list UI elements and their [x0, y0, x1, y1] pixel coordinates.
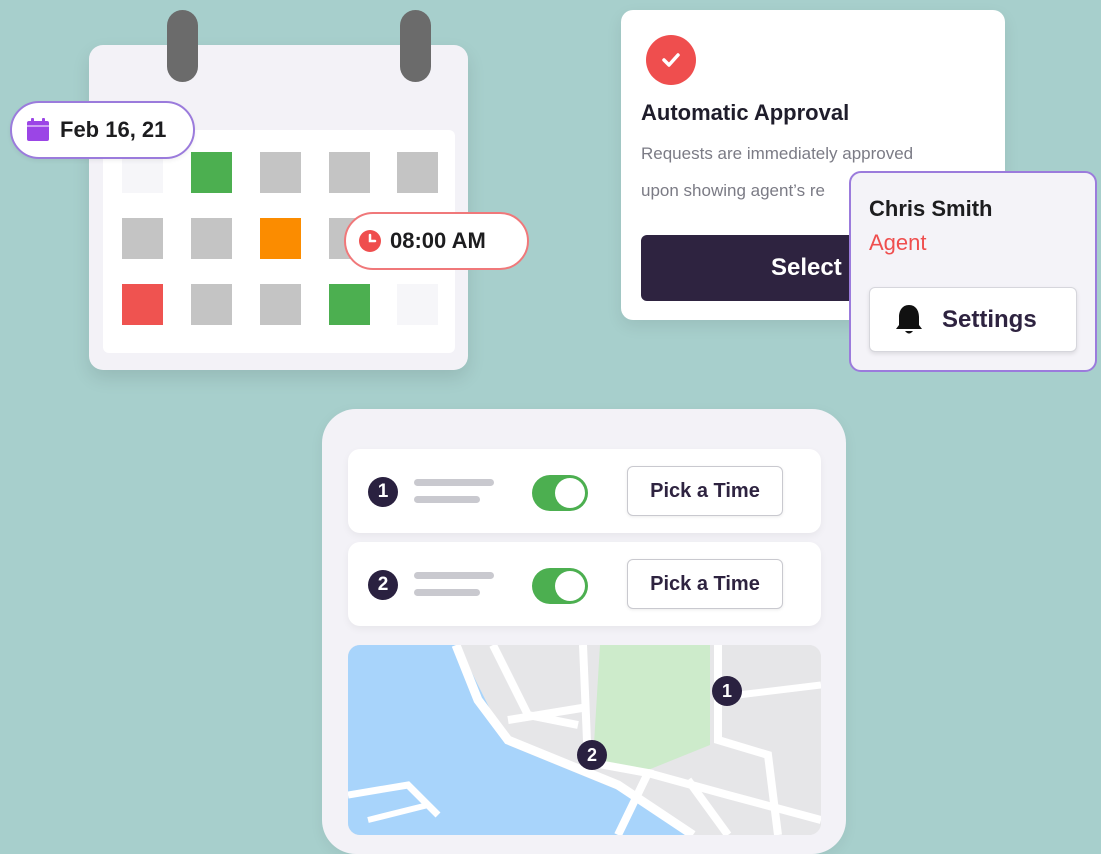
- settings-label: Settings: [942, 305, 1037, 333]
- calendar-day-cell[interactable]: [122, 284, 163, 325]
- calendar-icon: [27, 118, 49, 141]
- calendar-day-cell[interactable]: [397, 284, 438, 325]
- row-toggle[interactable]: [532, 568, 588, 604]
- agent-role: Agent: [869, 230, 927, 255]
- map-marker[interactable]: 2: [577, 740, 607, 770]
- row-number-badge: 1: [368, 477, 398, 507]
- bell-icon: [896, 304, 922, 333]
- calendar-day-cell[interactable]: [191, 284, 232, 325]
- calendar-day-cell[interactable]: [329, 284, 370, 325]
- map-marker[interactable]: 1: [712, 676, 742, 706]
- pick-time-button[interactable]: Pick a Time: [627, 466, 783, 516]
- time-label: 08:00 AM: [390, 228, 486, 253]
- clock-icon: [359, 230, 381, 252]
- row-text-line: [414, 479, 494, 486]
- select-button[interactable]: Select: [641, 235, 871, 301]
- date-label: Feb 16, 21: [60, 117, 167, 142]
- agent-name: Chris Smith: [869, 196, 993, 221]
- calendar-day-cell[interactable]: [260, 152, 301, 193]
- calendar-day-cell[interactable]: [329, 152, 370, 193]
- approval-title: Automatic Approval: [641, 100, 850, 125]
- row-number-badge: 2: [368, 570, 398, 600]
- row-text-line: [414, 589, 480, 596]
- approval-description-line2: upon showing agent’s re: [641, 181, 825, 200]
- calendar-ring-right: [400, 10, 431, 82]
- calendar-day-cell[interactable]: [260, 284, 301, 325]
- row-text-line: [414, 572, 494, 579]
- map[interactable]: [348, 645, 821, 835]
- checkmark-icon: [646, 35, 696, 85]
- approval-description-line1: Requests are immediately approved: [641, 144, 914, 163]
- pick-time-button[interactable]: Pick a Time: [627, 559, 783, 609]
- time-pill[interactable]: 08:00 AM: [344, 212, 529, 270]
- calendar-day-cell[interactable]: [122, 218, 163, 259]
- date-pill[interactable]: Feb 16, 21: [10, 101, 195, 159]
- settings-button[interactable]: Settings: [869, 287, 1077, 352]
- calendar-day-cell[interactable]: [191, 218, 232, 259]
- calendar-day-cell[interactable]: [397, 152, 438, 193]
- calendar-day-cell[interactable]: [191, 152, 232, 193]
- map-drawing: [348, 645, 821, 835]
- row-toggle[interactable]: [532, 475, 588, 511]
- calendar-day-cell[interactable]: [260, 218, 301, 259]
- calendar-ring-left: [167, 10, 198, 82]
- row-text-line: [414, 496, 480, 503]
